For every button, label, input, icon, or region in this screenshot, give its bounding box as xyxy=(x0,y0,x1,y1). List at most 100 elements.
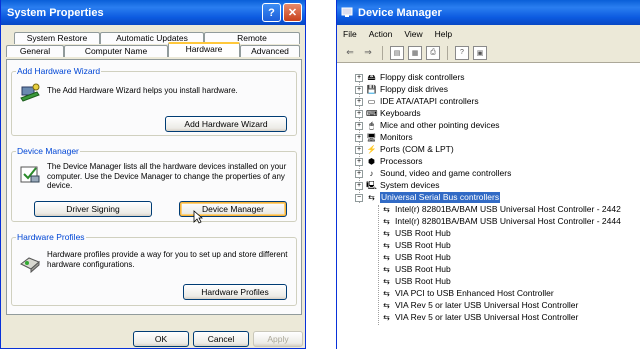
usb-device-icon: ⇆ xyxy=(383,277,390,286)
usb-device-icon: ⇆ xyxy=(383,265,390,274)
usb-device-label: VIA Rev 5 or later USB Universal Host Co… xyxy=(395,300,579,310)
usb-device-item[interactable]: ⇆ Intel(r) 82801BA/BAM USB Universal Host… xyxy=(381,216,621,227)
usb-device-label: USB Root Hub xyxy=(395,264,451,274)
menu-bar: File Action View Help xyxy=(337,25,640,43)
port-icon: ⚡ xyxy=(366,145,377,154)
usb-device-icon: ⇆ xyxy=(383,313,390,322)
tree-node-sound[interactable]: + ♪ Sound, video and game controllers xyxy=(355,168,511,179)
tree-node-label: Universal Serial Bus controllers xyxy=(380,192,501,203)
usb-device-item[interactable]: ⇆ VIA Rev 5 or later USB Universal Host C… xyxy=(381,312,578,323)
expand-icon[interactable]: + xyxy=(355,157,363,166)
keyboard-icon: ⌨ xyxy=(366,109,378,118)
usb-device-item[interactable]: ⇆ USB Root Hub xyxy=(381,276,451,287)
usb-device-item[interactable]: ⇆ USB Root Hub xyxy=(381,240,451,251)
usb-device-label: VIA Rev 5 or later USB Universal Host Co… xyxy=(395,312,579,322)
add-hardware-wizard-button[interactable]: Add Hardware Wizard xyxy=(165,116,287,132)
menu-file[interactable]: File xyxy=(343,29,357,39)
mouse-cursor-icon xyxy=(193,210,203,224)
processor-icon: ⬢ xyxy=(368,157,375,166)
usb-device-label: Intel(r) 82801BA/BAM USB Universal Host … xyxy=(395,204,621,214)
usb-device-item[interactable]: ⇆ Intel(r) 82801BA/BAM USB Universal Host… xyxy=(381,204,621,215)
system-device-icon: 🖳 xyxy=(366,181,377,190)
usb-device-item[interactable]: ⇆ VIA Rev 5 or later USB Universal Host C… xyxy=(381,300,578,311)
menu-help[interactable]: Help xyxy=(435,29,452,39)
console-tree-icon[interactable]: ▤ xyxy=(390,45,404,60)
tree-node-floppy-controllers[interactable]: + 🖴 Floppy disk controllers xyxy=(355,72,465,83)
expand-icon[interactable]: + xyxy=(355,73,363,82)
usb-device-item[interactable]: ⇆ USB Root Hub xyxy=(381,228,451,239)
device-manager-icon xyxy=(20,166,40,183)
usb-device-label: Intel(r) 82801BA/BAM USB Universal Host … xyxy=(395,216,621,226)
collapse-icon[interactable]: − xyxy=(355,193,363,202)
back-arrow-icon[interactable]: ⇐ xyxy=(343,46,357,60)
tree-node-usb-controllers[interactable]: − ⇆ Universal Serial Bus controllers xyxy=(355,192,501,203)
window-title: Device Manager xyxy=(358,6,442,19)
menu-action[interactable]: Action xyxy=(369,29,393,39)
tab-advanced[interactable]: Advanced xyxy=(240,45,300,57)
close-icon: ✕ xyxy=(287,7,298,19)
tree-node-processors[interactable]: + ⬢ Processors xyxy=(355,156,423,167)
expand-icon[interactable]: + xyxy=(355,133,363,142)
tree-node-floppy-drives[interactable]: + 💾 Floppy disk drives xyxy=(355,84,448,95)
usb-device-icon: ⇆ xyxy=(383,241,390,250)
tree-node-label: IDE ATA/ATAPI controllers xyxy=(380,96,479,106)
forward-arrow-icon[interactable]: ⇒ xyxy=(361,46,375,60)
device-manager-legend: Device Manager xyxy=(17,146,79,156)
print-icon[interactable]: ⎙ xyxy=(426,45,440,60)
device-manager-description: The Device Manager lists all the hardwar… xyxy=(47,162,287,190)
tab-hardware[interactable]: Hardware xyxy=(168,42,240,57)
tree-node-keyboards[interactable]: + ⌨ Keyboards xyxy=(355,108,421,119)
toolbar: ⇐ ⇒ ▤ ▦ ⎙ ? ▣ xyxy=(337,43,640,63)
expand-icon[interactable]: + xyxy=(355,97,363,106)
expand-icon[interactable]: + xyxy=(355,181,363,190)
cancel-button[interactable]: Cancel xyxy=(193,331,249,347)
ok-button[interactable]: OK xyxy=(133,331,189,347)
close-button[interactable]: ✕ xyxy=(283,3,302,22)
title-bar[interactable]: System Properties ? ✕ xyxy=(1,0,305,25)
floppy-controller-icon: 🖴 xyxy=(367,73,376,82)
device-manager-app-icon xyxy=(341,7,353,17)
usb-device-item[interactable]: ⇆ USB Root Hub xyxy=(381,264,451,275)
expand-icon[interactable]: + xyxy=(355,169,363,178)
tree-node-label: Mice and other pointing devices xyxy=(380,120,500,130)
tree-node-ide-controllers[interactable]: + ▭ IDE ATA/ATAPI controllers xyxy=(355,96,479,107)
menu-view[interactable]: View xyxy=(404,29,422,39)
tab-system-restore[interactable]: System Restore xyxy=(14,32,100,44)
tab-general[interactable]: General xyxy=(6,45,64,57)
toolbar-separator xyxy=(447,45,448,60)
expand-icon[interactable]: + xyxy=(355,85,363,94)
tree-node-label: System devices xyxy=(380,180,440,190)
tree-node-label: Floppy disk drives xyxy=(380,84,449,94)
driver-signing-button[interactable]: Driver Signing xyxy=(34,201,152,217)
tab-computer-name[interactable]: Computer Name xyxy=(64,45,168,57)
toolbar-separator xyxy=(382,45,383,60)
add-hardware-legend: Add Hardware Wizard xyxy=(17,66,101,76)
tree-node-ports[interactable]: + ⚡ Ports (COM & LPT) xyxy=(355,144,454,155)
hardware-profiles-icon xyxy=(20,257,40,274)
properties-icon[interactable]: ▦ xyxy=(408,45,422,60)
system-properties-window: System Properties ? ✕ System Restore Aut… xyxy=(0,0,306,349)
expand-icon[interactable]: + xyxy=(355,121,363,130)
apply-button[interactable]: Apply xyxy=(253,331,303,347)
tree-node-label: Processors xyxy=(380,156,423,166)
hardware-profiles-button[interactable]: Hardware Profiles xyxy=(183,284,287,300)
hardware-profiles-description: Hardware profiles provide a way for you … xyxy=(47,250,288,269)
tree-node-system-devices[interactable]: + 🖳 System devices xyxy=(355,180,440,191)
tree-node-label: Floppy disk controllers xyxy=(380,72,465,82)
tree-node-monitors[interactable]: + 🖥 Monitors xyxy=(355,132,413,143)
expand-icon[interactable]: + xyxy=(355,145,363,154)
usb-device-item[interactable]: ⇆ VIA PCI to USB Enhanced Host Controller xyxy=(381,288,554,299)
window-title: System Properties xyxy=(7,6,104,19)
tree-node-label: Monitors xyxy=(380,132,413,142)
help-icon[interactable]: ? xyxy=(455,45,469,60)
usb-device-label: VIA PCI to USB Enhanced Host Controller xyxy=(395,288,554,298)
title-bar[interactable]: Device Manager xyxy=(337,0,640,25)
hardware-profiles-legend: Hardware Profiles xyxy=(17,232,85,242)
scan-hardware-icon[interactable]: ▣ xyxy=(473,45,487,60)
monitor-icon: 🖥 xyxy=(366,133,377,142)
usb-device-item[interactable]: ⇆ USB Root Hub xyxy=(381,252,451,263)
expand-icon[interactable]: + xyxy=(355,109,363,118)
usb-device-icon: ⇆ xyxy=(383,229,390,238)
tree-node-mice[interactable]: + 🖱 Mice and other pointing devices xyxy=(355,120,500,131)
help-button[interactable]: ? xyxy=(262,3,281,22)
